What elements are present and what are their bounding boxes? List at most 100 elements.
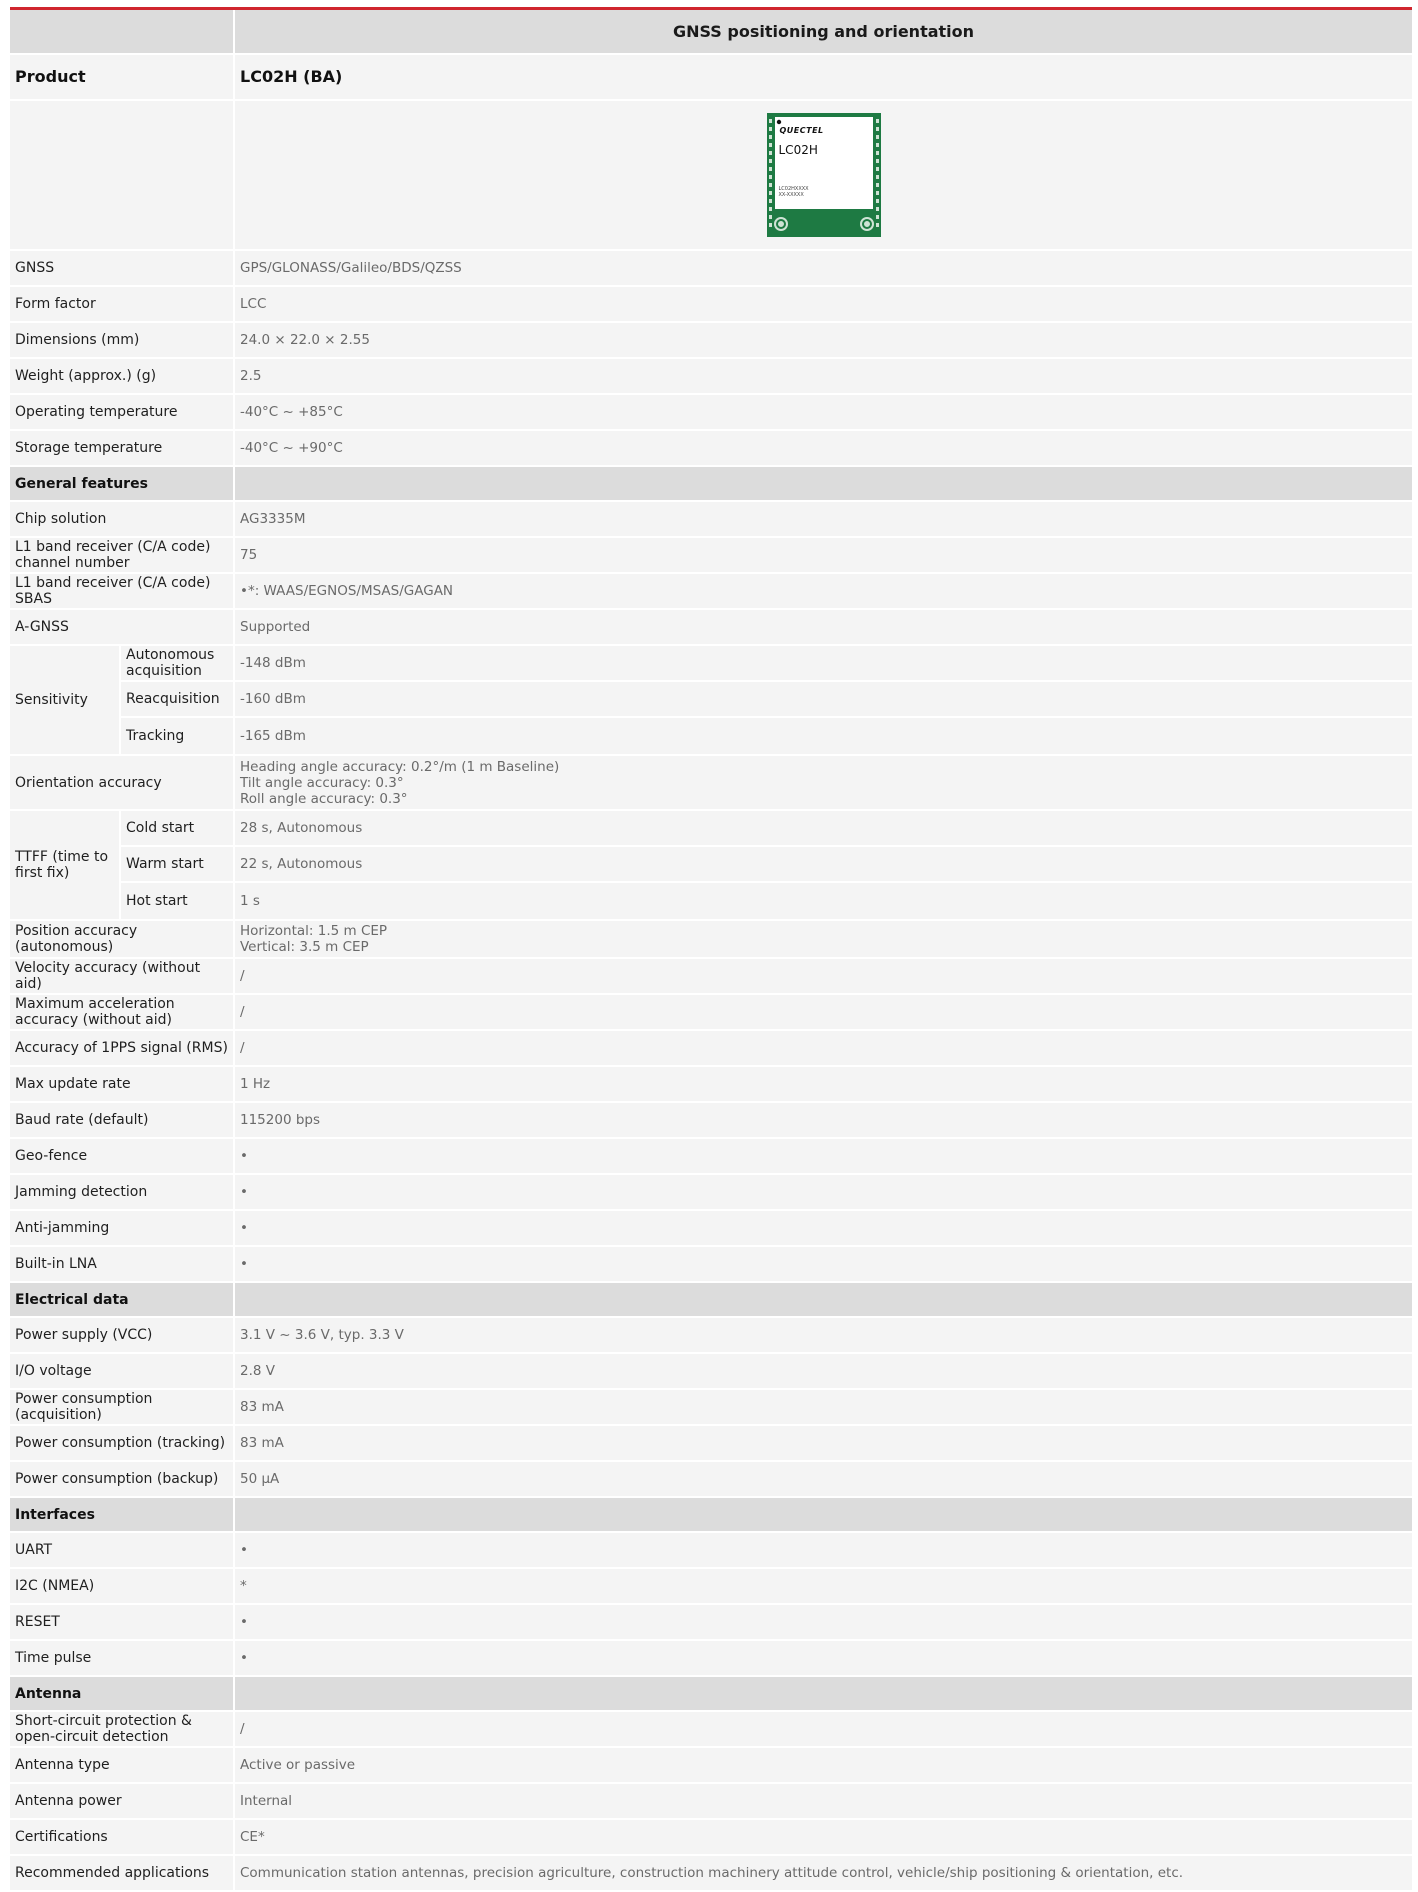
table-row: L1 band receiver (C/A code) channel numb… (10, 538, 1412, 574)
row-value: LCC (235, 287, 1412, 321)
row-value: 115200 bps (235, 1103, 1412, 1137)
table-row: Geo-fence • (10, 1139, 1412, 1175)
sub-label: Hot start (121, 883, 235, 919)
row-value: • (235, 1175, 1412, 1209)
section-blank (235, 1498, 1412, 1531)
position-accuracy-row: Position accuracy (autonomous) Horizonta… (10, 921, 1412, 959)
row-value: GPS/GLONASS/Galileo/BDS/QZSS (235, 251, 1412, 285)
sub-row: Cold start 28 s, Autonomous (121, 811, 1412, 847)
sub-row: Tracking -165 dBm (121, 718, 1412, 754)
table-row: RESET • (10, 1605, 1412, 1641)
sensitivity-group: Sensitivity Autonomous acquisition -148 … (10, 646, 1412, 756)
position-line: Vertical: 3.5 m CEP (240, 939, 369, 955)
section-blank (235, 1677, 1412, 1710)
row-label: Chip solution (10, 502, 235, 536)
row-value: 24.0 × 22.0 × 2.55 (235, 323, 1412, 357)
sub-row: Warm start 22 s, Autonomous (121, 847, 1412, 883)
table-row: Chip solution AG3335M (10, 502, 1412, 538)
row-label: RESET (10, 1605, 235, 1639)
row-value: Heading angle accuracy: 0.2°/m (1 m Base… (235, 756, 1412, 809)
row-label: Position accuracy (autonomous) (10, 921, 235, 957)
row-label: Dimensions (mm) (10, 323, 235, 357)
section-title: Interfaces (10, 1498, 235, 1531)
row-label: Time pulse (10, 1641, 235, 1675)
group-label: Sensitivity (10, 646, 121, 754)
orientation-line: Heading angle accuracy: 0.2°/m (1 m Base… (240, 758, 560, 775)
row-label: Power consumption (tracking) (10, 1426, 235, 1460)
sub-value: 22 s, Autonomous (235, 847, 1412, 881)
row-label: Jamming detection (10, 1175, 235, 1209)
table-row: Antenna type Active or passive (10, 1748, 1412, 1784)
row-value: Communication station antennas, precisio… (235, 1856, 1412, 1890)
row-label: Max update rate (10, 1067, 235, 1101)
orientation-row: Orientation accuracy Heading angle accur… (10, 756, 1412, 811)
table-row: Maximum acceleration accuracy (without a… (10, 995, 1412, 1031)
ttff-group: TTFF (time to first fix) Cold start 28 s… (10, 811, 1412, 921)
row-value: Active or passive (235, 1748, 1412, 1782)
table-row: Anti-jamming • (10, 1211, 1412, 1247)
table-row: I2C (NMEA) * (10, 1569, 1412, 1605)
table-header-row: GNSS positioning and orientation (10, 10, 1412, 55)
position-line: Horizontal: 1.5 m CEP (240, 923, 388, 939)
group-label: TTFF (time to first fix) (10, 811, 121, 919)
row-label: I/O voltage (10, 1354, 235, 1388)
row-label: Power consumption (acquisition) (10, 1390, 235, 1424)
sub-label: Autonomous acquisition (121, 646, 235, 680)
row-value: -40°C ~ +90°C (235, 431, 1412, 465)
row-label: GNSS (10, 251, 235, 285)
table-row: Time pulse • (10, 1641, 1412, 1677)
table-row: I/O voltage 2.8 V (10, 1354, 1412, 1390)
sub-value: -148 dBm (235, 646, 1412, 680)
section-header-interfaces: Interfaces (10, 1498, 1412, 1533)
row-value: * (235, 1569, 1412, 1603)
sub-row: Reacquisition -160 dBm (121, 682, 1412, 718)
table-row: Storage temperature -40°C ~ +90°C (10, 431, 1412, 467)
image-cell: QUECTEL LC02H LC02HXXXX XX-XXXXX (235, 101, 1412, 249)
row-label: Geo-fence (10, 1139, 235, 1173)
row-label: Storage temperature (10, 431, 235, 465)
row-label: Recommended applications (10, 1856, 235, 1890)
table-row: GNSS GPS/GLONASS/Galileo/BDS/QZSS (10, 251, 1412, 287)
section-header-electrical: Electrical data (10, 1283, 1412, 1318)
row-value: 1 Hz (235, 1067, 1412, 1101)
module-brand: QUECTEL (779, 126, 824, 135)
orientation-line: Tilt angle accuracy: 0.3° (240, 774, 404, 791)
row-value: 83 mA (235, 1390, 1412, 1424)
table-row: Recommended applications Communication s… (10, 1856, 1412, 1892)
header-blank-cell (10, 10, 235, 53)
row-label: Antenna power (10, 1784, 235, 1818)
sub-row: Hot start 1 s (121, 883, 1412, 919)
table-row: Power consumption (acquisition) 83 mA (10, 1390, 1412, 1426)
sub-value: -165 dBm (235, 718, 1412, 754)
row-value: 3.1 V ~ 3.6 V, typ. 3.3 V (235, 1318, 1412, 1352)
row-label: Velocity accuracy (without aid) (10, 959, 235, 993)
sub-label: Reacquisition (121, 682, 235, 716)
row-value: -40°C ~ +85°C (235, 395, 1412, 429)
table-row: A-GNSS Supported (10, 610, 1412, 646)
row-value: • (235, 1211, 1412, 1245)
table-row: Dimensions (mm) 24.0 × 22.0 × 2.55 (10, 323, 1412, 359)
table-row: Power consumption (backup) 50 µA (10, 1462, 1412, 1498)
section-title: General features (10, 467, 235, 500)
product-value: LC02H (BA) (235, 55, 1412, 99)
row-label: Antenna type (10, 1748, 235, 1782)
sub-value: 28 s, Autonomous (235, 811, 1412, 845)
table-row: Max update rate 1 Hz (10, 1067, 1412, 1103)
section-title: Antenna (10, 1677, 235, 1710)
row-label: Baud rate (default) (10, 1103, 235, 1137)
module-code-2: XX-XXXXX (778, 192, 804, 198)
module-model: LC02H (778, 143, 818, 157)
row-value: / (235, 995, 1412, 1029)
orientation-line: Roll angle accuracy: 0.3° (240, 790, 408, 807)
section-title: Electrical data (10, 1283, 235, 1316)
row-value: • (235, 1533, 1412, 1567)
row-label: Built-in LNA (10, 1247, 235, 1281)
table-row: UART • (10, 1533, 1412, 1569)
row-value: • (235, 1641, 1412, 1675)
table-row: Accuracy of 1PPS signal (RMS) / (10, 1031, 1412, 1067)
table-row: Certifications CE* (10, 1820, 1412, 1856)
section-blank (235, 1283, 1412, 1316)
table-row: Antenna power Internal (10, 1784, 1412, 1820)
table-row: Velocity accuracy (without aid) / (10, 959, 1412, 995)
section-header-general: General features (10, 467, 1412, 502)
